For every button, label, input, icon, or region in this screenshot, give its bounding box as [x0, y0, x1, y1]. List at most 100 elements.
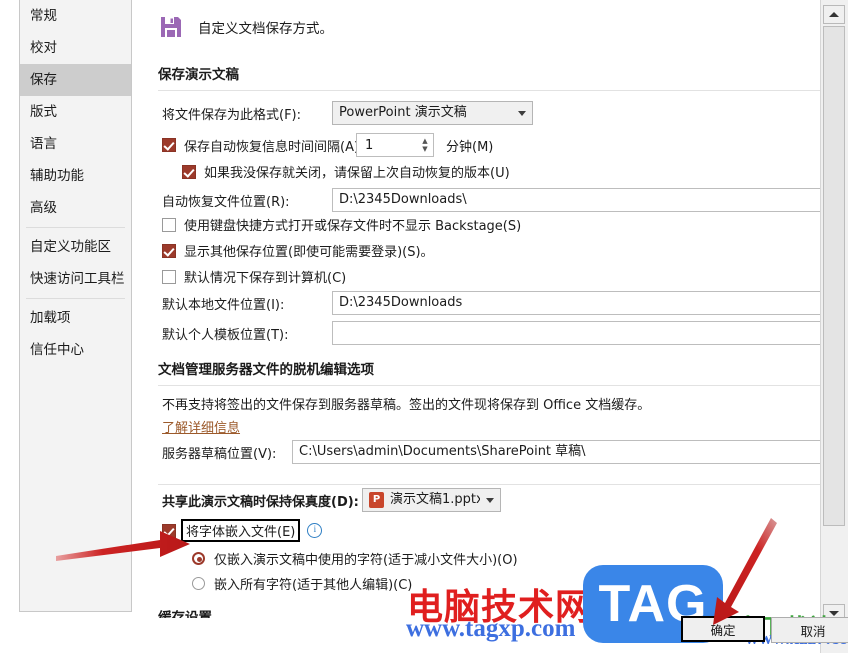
default-local-location-label: 默认本地文件位置(I):: [162, 297, 285, 313]
stepper-up-icon[interactable]: ▲: [422, 137, 427, 145]
embed-fonts-label: 将字体嵌入文件(E): [186, 525, 296, 540]
section-title: 保存演示文稿: [158, 67, 239, 83]
section-divider: [158, 385, 820, 386]
stepper-down-icon[interactable]: ▼: [422, 145, 427, 153]
offline-editing-link-row: 了解详细信息: [162, 417, 240, 436]
embed-used-chars-radio[interactable]: [192, 552, 205, 565]
save-format-dropdown[interactable]: PowerPoint 演示文稿: [332, 101, 533, 125]
powerpoint-file-icon: P: [369, 492, 384, 508]
embed-all-chars-radio[interactable]: [192, 577, 205, 590]
default-local-location-input[interactable]: D:\2345Downloads: [332, 291, 820, 315]
row-embed-fonts: 将字体嵌入文件(E) i: [162, 519, 323, 542]
save-to-computer-label: 默认情况下保存到计算机(C): [184, 271, 347, 286]
sidebar-item-label: 信任中心: [30, 342, 84, 358]
scrollbar-thumb[interactable]: [823, 26, 845, 526]
ok-button[interactable]: 确定: [681, 616, 765, 642]
sidebar-item-label: 辅助功能: [30, 168, 84, 184]
offline-editing-description: 不再支持将签出的文件保存到服务器草稿。签出的文件现将保存到 Office 文档缓…: [162, 398, 651, 413]
row-embed-all-chars: 嵌入所有字符(适于其他人编辑)(C): [192, 574, 412, 593]
sidebar-item-label: 快速访问工具栏: [30, 271, 125, 287]
save-format-label: 将文件保存为此格式(F):: [162, 107, 302, 123]
autorecover-minutes-value: 1: [365, 137, 374, 153]
scroll-up-arrow-icon[interactable]: [823, 5, 845, 24]
section-save-presentation: 保存演示文稿: [158, 63, 820, 91]
show-other-locations-label: 显示其他保存位置(即使可能需要登录)(S)。: [184, 245, 434, 260]
save-format-value: PowerPoint 演示文稿: [339, 105, 467, 120]
row-autorecover-location: 自动恢复文件位置(R): D:\2345Downloads\: [162, 188, 820, 212]
fidelity-file-dropdown[interactable]: P 演示文稿1.pptx: [362, 488, 501, 512]
sidebar-item-label: 高级: [30, 200, 57, 216]
row-save-to-computer: 默认情况下保存到计算机(C): [162, 267, 346, 286]
embed-fonts-checkbox[interactable]: [162, 523, 176, 538]
row-keep-last-version: 如果我没保存就关闭，请保留上次自动恢复的版本(U): [182, 162, 510, 181]
sidebar-item-label: 语言: [30, 136, 57, 152]
options-category-sidebar: 常规 校对 保存 版式 语言 辅助功能 高级 自定义功能区 快速访问工具栏 加载…: [19, 0, 132, 612]
info-circle-icon[interactable]: i: [307, 523, 323, 538]
embed-all-chars-label: 嵌入所有字符(适于其他人编辑)(C): [214, 578, 413, 593]
server-draft-location-input[interactable]: C:\Users\admin\Documents\SharePoint 草稿\: [292, 440, 820, 464]
sidebar-item-quick-access-toolbar[interactable]: 快速访问工具栏: [20, 263, 131, 295]
server-draft-location-label: 服务器草稿位置(V):: [162, 446, 277, 462]
sidebar-item-addins[interactable]: 加载项: [20, 302, 131, 334]
ok-button-label: 确定: [710, 622, 736, 638]
default-template-location-label: 默认个人模板位置(T):: [162, 327, 289, 343]
sidebar-item-language[interactable]: 语言: [20, 128, 131, 160]
sidebar-item-label: 版式: [30, 104, 57, 120]
embed-used-chars-label: 仅嵌入演示文稿中使用的字符(适于减小文件大小)(O): [214, 553, 518, 568]
pane-header-text: 自定义文档保存方式。: [198, 21, 333, 37]
vertical-scrollbar[interactable]: [820, 0, 848, 653]
row-save-format: 将文件保存为此格式(F): PowerPoint 演示文稿: [162, 101, 533, 125]
no-backstage-label: 使用键盘快捷方式打开或保存文件时不显示 Backstage(S): [184, 219, 522, 234]
sidebar-item-label: 校对: [30, 40, 57, 56]
sidebar-item-trust-center[interactable]: 信任中心: [20, 334, 131, 366]
sidebar-item-label: 自定义功能区: [30, 239, 111, 255]
fidelity-label: 共享此演示文稿时保持保真度(D):: [162, 494, 359, 510]
row-show-other-locations: 显示其他保存位置(即使可能需要登录)(S)。: [162, 241, 434, 260]
row-no-backstage: 使用键盘快捷方式打开或保存文件时不显示 Backstage(S): [162, 215, 521, 234]
sidebar-item-general[interactable]: 常规: [20, 0, 131, 32]
sidebar-item-advanced[interactable]: 高级: [20, 192, 131, 224]
sidebar-divider: [26, 227, 125, 228]
section-title: 文档管理服务器文件的脱机编辑选项: [158, 362, 374, 378]
section-divider: [158, 484, 820, 485]
sidebar-item-save[interactable]: 保存: [20, 64, 131, 96]
autorecover-checkbox[interactable]: [162, 138, 176, 152]
sidebar-item-layout[interactable]: 版式: [20, 96, 131, 128]
sidebar-divider: [26, 298, 125, 299]
autorecover-location-input[interactable]: D:\2345Downloads\: [332, 188, 820, 212]
section-divider: [158, 90, 820, 91]
save-to-computer-checkbox[interactable]: [162, 269, 176, 284]
no-backstage-checkbox[interactable]: [162, 217, 176, 232]
autorecover-minutes-stepper[interactable]: 1 ▲ ▼: [356, 133, 434, 157]
pane-header: 自定义文档保存方式。: [158, 14, 333, 40]
cancel-button[interactable]: 取消: [771, 617, 848, 643]
minutes-unit-label: 分钟(M): [446, 139, 494, 155]
sidebar-item-customize-ribbon[interactable]: 自定义功能区: [20, 231, 131, 263]
floppy-disk-save-icon: [158, 14, 184, 40]
sidebar-item-label: 保存: [30, 72, 57, 88]
sidebar-item-label: 加载项: [30, 310, 71, 326]
sidebar-item-accessibility[interactable]: 辅助功能: [20, 160, 131, 192]
chevron-down-icon: [518, 110, 526, 116]
autorecover-label: 保存自动恢复信息时间间隔(A): [184, 139, 360, 155]
row-default-local-location: 默认本地文件位置(I): D:\2345Downloads: [162, 291, 820, 315]
keep-last-version-checkbox[interactable]: [182, 164, 196, 179]
show-other-locations-checkbox[interactable]: [162, 243, 176, 258]
sidebar-item-proofing[interactable]: 校对: [20, 32, 131, 64]
default-template-location-input[interactable]: [332, 321, 820, 345]
fidelity-file-value: 演示文稿1.pptx: [390, 492, 480, 507]
stepper-arrows[interactable]: ▲ ▼: [417, 134, 433, 156]
section-offline-editing: 文档管理服务器文件的脱机编辑选项: [158, 358, 820, 386]
autorecover-location-label: 自动恢复文件位置(R):: [162, 194, 290, 210]
row-server-draft-location: 服务器草稿位置(V): C:\Users\admin\Documents\Sha…: [162, 440, 820, 464]
row-default-template-location: 默认个人模板位置(T):: [162, 321, 820, 345]
row-embed-used-chars: 仅嵌入演示文稿中使用的字符(适于减小文件大小)(O): [192, 549, 518, 568]
embed-fonts-focus-highlight: 将字体嵌入文件(E): [181, 519, 301, 542]
options-dialog: 常规 校对 保存 版式 语言 辅助功能 高级 自定义功能区 快速访问工具栏 加载…: [0, 0, 848, 653]
row-autorecover-interval: 保存自动恢复信息时间间隔(A) 1 ▲ ▼ 分钟(M): [162, 133, 493, 157]
learn-more-link[interactable]: 了解详细信息: [162, 417, 240, 436]
sidebar-item-label: 常规: [30, 8, 57, 24]
keep-last-version-label: 如果我没保存就关闭，请保留上次自动恢复的版本(U): [204, 166, 510, 181]
save-options-pane: 自定义文档保存方式。 保存演示文稿 将文件保存为此格式(F): PowerPoi…: [133, 0, 820, 653]
chevron-down-icon: [486, 497, 494, 503]
